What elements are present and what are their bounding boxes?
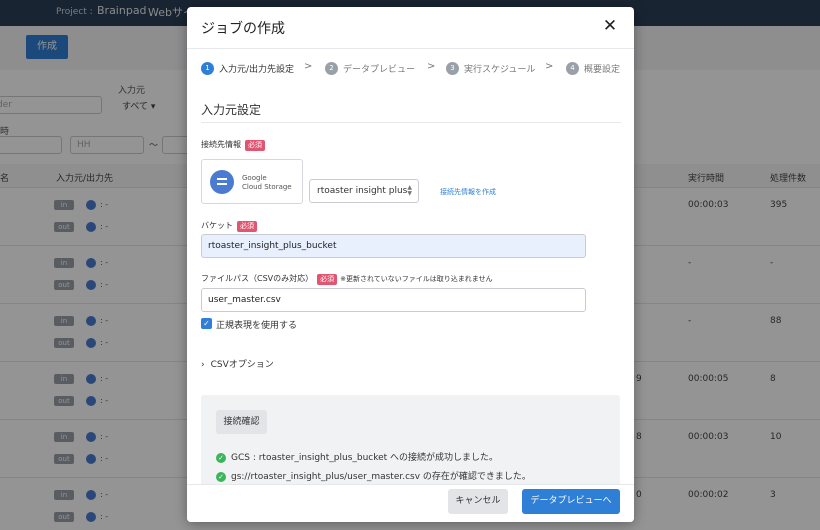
csv-options-label: CSVオプション [210, 360, 274, 370]
step-schedule: 3 実行スケジュール [446, 60, 535, 76]
message-text: gs://rtoaster_insight_plus/user_master.c… [231, 472, 531, 482]
connection-test-panel: 接続確認 ✓ GCS : rtoaster_insight_plus_bucket… [201, 395, 620, 484]
filepath-input[interactable]: user_master.csv [201, 288, 586, 312]
step-number: 2 [325, 61, 338, 75]
wizard-steps: 1 入力元/出力先設定 > 2 データプレビュー > 3 実行スケジュール > … [201, 60, 621, 76]
step-label: 実行スケジュール [464, 64, 536, 75]
regex-checkbox[interactable]: ✓ [201, 318, 212, 329]
cancel-button[interactable]: キャンセル [448, 489, 508, 514]
message-text: GCS : rtoaster_insight_plus_bucket への接続が… [231, 453, 499, 463]
step-label: データプレビュー [343, 64, 416, 75]
bucket-label-text: バケット [201, 221, 233, 230]
step-separator: > [427, 61, 436, 72]
step-io-settings: 1 入力元/出力先設定 [201, 60, 294, 76]
step-label: 概要設定 [584, 64, 621, 75]
csv-options-toggle[interactable]: › CSVオプション [201, 357, 274, 370]
bucket-input[interactable]: rtoaster_insight_plus_bucket [201, 234, 586, 258]
step-label: 入力元/出力先設定 [219, 64, 295, 75]
section-title: 入力元設定 [201, 103, 262, 117]
gcs-name-line1: Google [242, 174, 267, 182]
bucket-label: バケット 必須 [201, 220, 257, 232]
check-circle-icon: ✓ [216, 471, 226, 482]
regex-checkbox-label[interactable]: 正規表現を使用する [216, 318, 297, 331]
step-number: 4 [566, 61, 579, 75]
create-connection-link[interactable]: 接続先情報を作成 [440, 187, 496, 197]
check-circle-icon: ✓ [216, 452, 226, 463]
modal-body[interactable]: 入力元設定 接続先情報 必須 Google Cloud Storage rtoas… [187, 87, 634, 484]
modal-footer: キャンセル データプレビューへ [187, 484, 634, 522]
create-job-modal: ジョブの作成 ✕ 1 入力元/出力先設定 > 2 データプレビュー > 3 実行… [187, 7, 634, 522]
required-badge: 必須 [317, 274, 338, 285]
select-arrows-icon: ▲ ▼ [407, 184, 412, 197]
success-message: ✓ gs://rtoaster_insight_plus/user_master.… [216, 469, 531, 482]
step-separator: > [304, 61, 313, 72]
step-number: 1 [201, 61, 214, 75]
required-badge: 必須 [237, 221, 257, 232]
step-summary: 4 概要設定 [566, 60, 620, 76]
connection-label: 接続先情報 必須 [201, 139, 265, 151]
step-data-preview: 2 データプレビュー [325, 60, 415, 76]
step-number: 3 [446, 61, 459, 75]
gcs-name-line2: Cloud Storage [242, 183, 292, 191]
modal-title: ジョブの作成 [201, 21, 285, 37]
gcs-service-card[interactable]: Google Cloud Storage [201, 159, 303, 204]
filepath-note: ※更新されていないファイルは取り込まれません [340, 275, 493, 283]
connection-select-value: rtoaster insight plus [317, 186, 408, 196]
connection-test-button[interactable]: 接続確認 [216, 410, 267, 434]
chevron-right-icon: › [201, 360, 205, 370]
modal-header: ジョブの作成 ✕ [187, 7, 634, 49]
section-divider [201, 122, 621, 123]
close-icon[interactable]: ✕ [600, 16, 620, 36]
filepath-label-text: ファイルパス（CSVのみ対応） [201, 274, 314, 283]
required-badge: 必須 [245, 140, 265, 151]
step-separator: > [545, 61, 554, 72]
google-cloud-storage-icon [210, 170, 234, 194]
success-message: ✓ GCS : rtoaster_insight_plus_bucket への接続… [216, 450, 498, 463]
connection-select[interactable]: rtoaster insight plus ▲ ▼ [309, 179, 419, 203]
connection-label-text: 接続先情報 [201, 140, 241, 149]
filepath-label: ファイルパス（CSVのみ対応） 必須 ※更新されていないファイルは取り込まれません [201, 273, 493, 285]
data-preview-button[interactable]: データプレビューへ [522, 489, 620, 514]
